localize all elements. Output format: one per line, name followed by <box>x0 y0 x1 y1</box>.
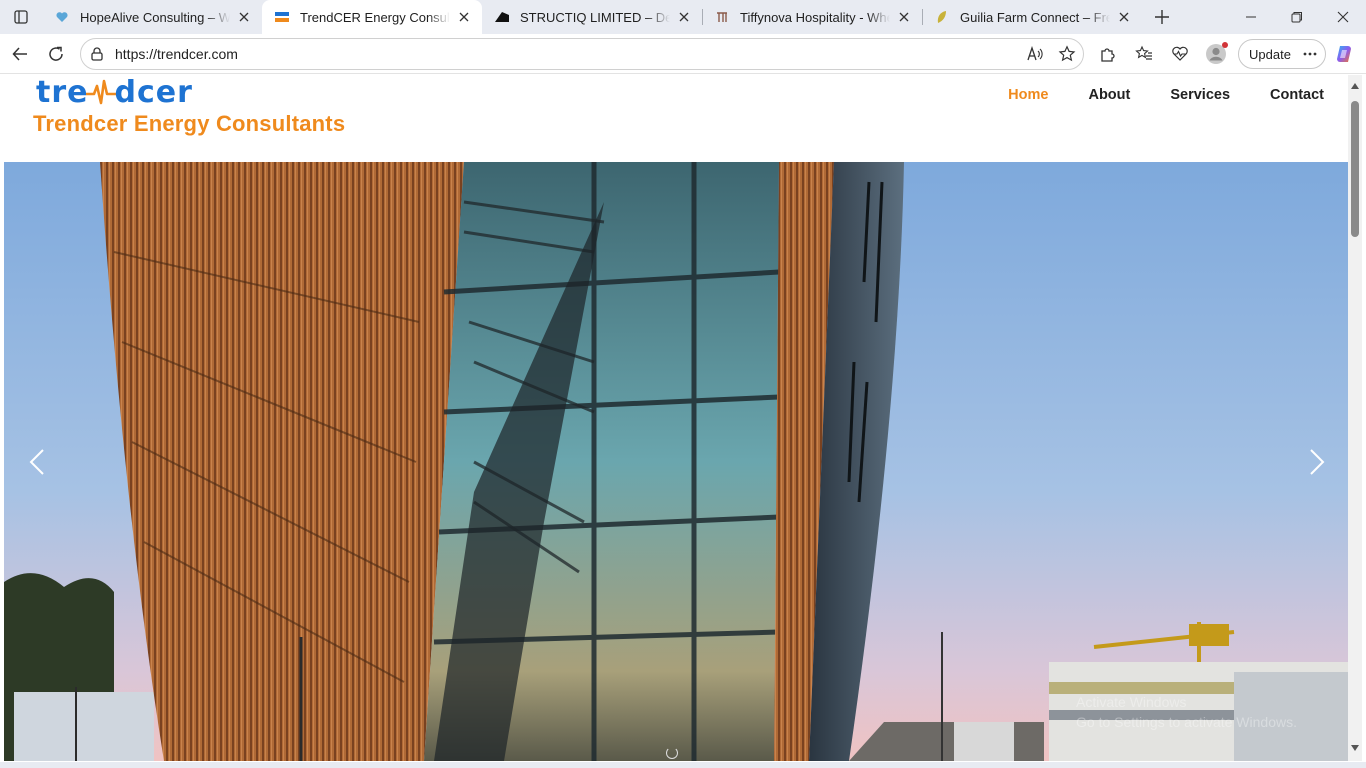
tab-list: HopeAlive Consulting – Where TrendCER En… <box>42 0 1142 34</box>
back-button[interactable] <box>2 36 38 72</box>
close-tab-icon[interactable] <box>456 9 472 25</box>
scroll-thumb[interactable] <box>1351 101 1359 237</box>
nav-contact[interactable]: Contact <box>1270 87 1324 103</box>
tab-strip: HopeAlive Consulting – Where TrendCER En… <box>0 0 1366 34</box>
heartbeat-icon <box>1172 46 1188 61</box>
watermark-line2: Go to Settings to activate Windows. <box>1076 714 1297 730</box>
favorites-button[interactable] <box>1126 36 1162 72</box>
plus-icon <box>1155 10 1169 24</box>
lock-icon[interactable] <box>89 46 105 62</box>
minimize-icon <box>1246 16 1256 18</box>
main-nav: Home About Services Contact <box>968 87 1324 103</box>
favorites-list-icon <box>1135 45 1152 60</box>
scroll-down-button[interactable] <box>1350 743 1360 753</box>
refresh-icon <box>49 46 63 61</box>
avatar <box>1205 42 1228 65</box>
carousel-prev-button[interactable] <box>22 447 52 477</box>
tiffynova-icon <box>714 9 730 25</box>
close-tab-icon[interactable] <box>1116 9 1132 25</box>
tab-hopealive[interactable]: HopeAlive Consulting – Where <box>42 0 262 34</box>
close-window-button[interactable] <box>1320 0 1366 34</box>
update-button[interactable]: Update <box>1238 39 1326 69</box>
tab-title: HopeAlive Consulting – Where <box>80 9 230 25</box>
back-arrow-icon <box>12 47 27 61</box>
tab-title: STRUCTIQ LIMITED – Dedicate <box>520 9 670 25</box>
extensions-button[interactable] <box>1090 36 1126 72</box>
copilot-icon <box>1336 46 1351 62</box>
restore-icon <box>1291 12 1302 23</box>
puzzle-icon <box>1101 48 1115 62</box>
scroll-up-button[interactable] <box>1350 81 1360 91</box>
chevron-left-icon <box>29 449 44 475</box>
minimize-button[interactable] <box>1228 0 1274 34</box>
notification-dot <box>1222 42 1228 48</box>
more-icon[interactable] <box>1303 52 1317 56</box>
loading-spinner-icon <box>666 747 678 759</box>
read-aloud-button[interactable] <box>1019 39 1051 69</box>
chevron-right-icon <box>1310 449 1325 475</box>
star-icon <box>1058 45 1076 62</box>
site-header: tre dcer Trendcer Energy Consultants Hom… <box>4 75 1348 162</box>
page-viewport: tre dcer Trendcer Energy Consultants Hom… <box>4 75 1348 761</box>
close-tab-icon[interactable] <box>236 9 252 25</box>
triangle-up-icon <box>1351 83 1359 89</box>
update-label: Update <box>1249 46 1291 62</box>
hero-carousel: Activate Windows Go to Settings to activ… <box>4 162 1348 761</box>
nav-home[interactable]: Home <box>1008 87 1048 103</box>
nav-about[interactable]: About <box>1088 87 1130 103</box>
url-text[interactable]: https://trendcer.com <box>115 46 1019 62</box>
tab-actions-icon <box>14 10 28 24</box>
logo-word-right: dcer <box>114 75 193 110</box>
favorite-button[interactable] <box>1051 39 1083 69</box>
heartbeat-logo-icon <box>86 79 117 105</box>
read-aloud-icon <box>1027 46 1043 61</box>
browser-essentials-button[interactable] <box>1162 36 1198 72</box>
logo-wordmark: tre dcer <box>36 75 345 110</box>
logo-word-left: tre <box>36 75 89 110</box>
tab-title: Guilia Farm Connect – Fresh fr <box>960 9 1110 25</box>
tab-trendcer[interactable]: TrendCER Energy Consultants <box>262 0 482 34</box>
refresh-button[interactable] <box>38 36 74 72</box>
hero-image <box>4 162 1348 761</box>
windows-activation-watermark: Activate Windows Go to Settings to activ… <box>1076 692 1297 732</box>
copilot-button[interactable] <box>1326 36 1362 72</box>
page-scrollbar[interactable] <box>1348 75 1362 761</box>
logo-tagline: Trendcer Energy Consultants <box>33 111 346 136</box>
close-tab-icon[interactable] <box>896 9 912 25</box>
tab-tiffynova[interactable]: Tiffynova Hospitality - Where <box>702 0 922 34</box>
new-tab-button[interactable] <box>1142 0 1182 34</box>
browser-toolbar: https://trendcer.com Update <box>0 34 1366 74</box>
tab-structiq[interactable]: STRUCTIQ LIMITED – Dedicate <box>482 0 702 34</box>
restore-button[interactable] <box>1274 0 1320 34</box>
profile-button[interactable] <box>1198 36 1234 72</box>
tab-title: TrendCER Energy Consultants <box>300 9 450 25</box>
triangle-down-icon <box>1351 745 1359 751</box>
tab-title: Tiffynova Hospitality - Where <box>740 9 890 25</box>
close-icon <box>1337 11 1349 23</box>
carousel-next-button[interactable] <box>1302 447 1332 477</box>
watermark-line1: Activate Windows <box>1076 694 1187 710</box>
nav-services[interactable]: Services <box>1170 87 1230 103</box>
heart-globe-icon <box>54 9 70 25</box>
tab-guilia[interactable]: Guilia Farm Connect – Fresh fr <box>922 0 1142 34</box>
window-controls <box>1228 0 1366 34</box>
toolbar-right: Update <box>1090 36 1362 72</box>
address-bar[interactable]: https://trendcer.com <box>80 38 1084 70</box>
site-logo[interactable]: tre dcer Trendcer Energy Consultants <box>33 75 346 137</box>
close-tab-icon[interactable] <box>676 9 692 25</box>
leaf-icon <box>934 9 950 25</box>
tab-actions-button[interactable] <box>0 0 42 34</box>
structiq-icon <box>494 9 510 25</box>
window-bottom-edge <box>0 762 1366 768</box>
trendcer-icon <box>274 9 290 25</box>
